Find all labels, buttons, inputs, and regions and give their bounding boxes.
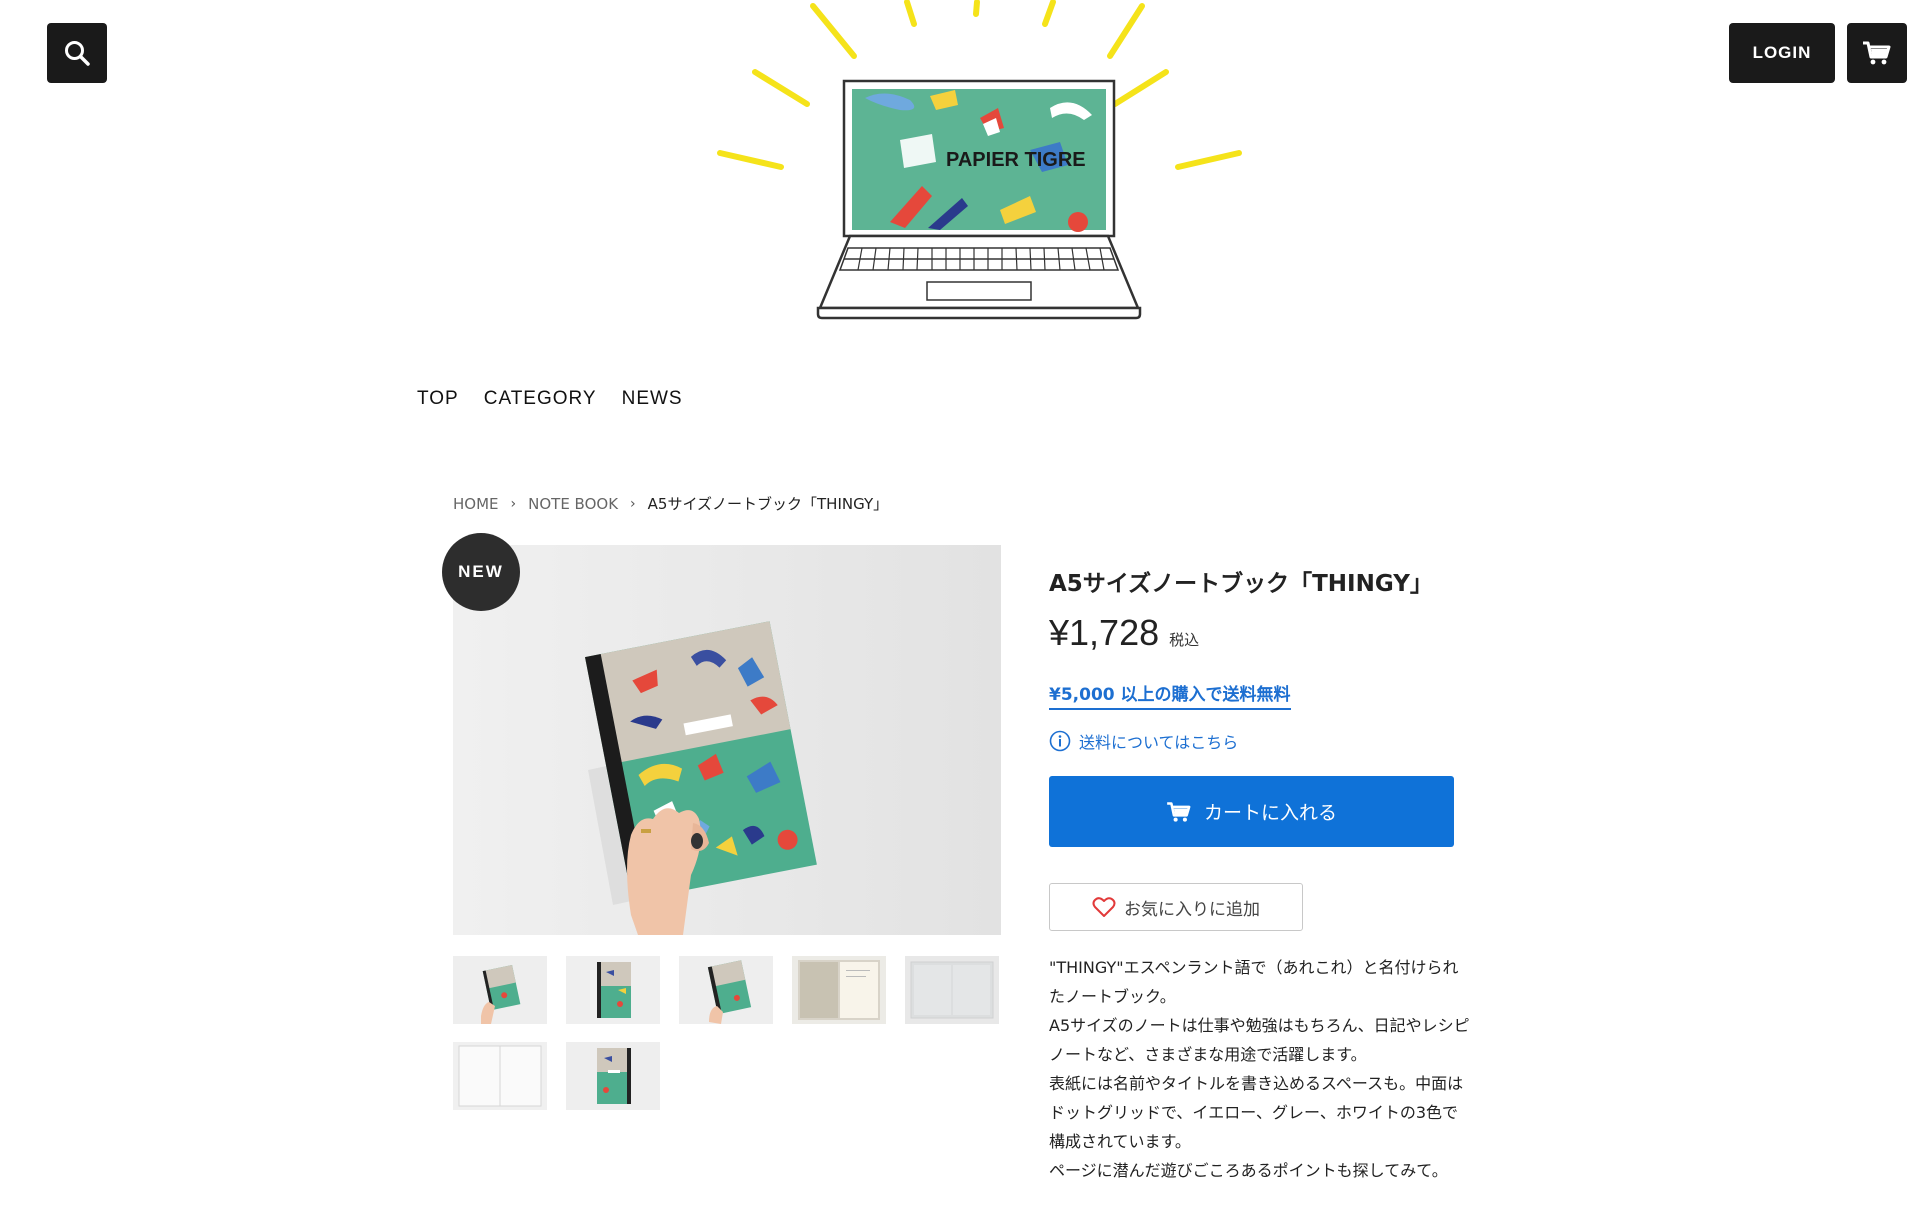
nav-item-top[interactable]: TOP bbox=[417, 388, 459, 410]
thumbnail-7[interactable] bbox=[566, 1042, 660, 1110]
heart-icon bbox=[1092, 897, 1116, 917]
search-button[interactable] bbox=[47, 23, 107, 83]
shop-logo[interactable]: PAPIER TIGRE bbox=[700, 0, 1260, 340]
description-line: 構成されています。 bbox=[1049, 1132, 1191, 1151]
svg-text:PAPIER TIGRE: PAPIER TIGRE bbox=[946, 149, 1086, 171]
info-icon bbox=[1049, 730, 1071, 752]
description-line: ドットグリッドで、イエロー、グレー、ホワイトの3色で bbox=[1049, 1103, 1459, 1122]
product-description: "THINGY"エスペンラント語で（あれこれ）と名付けられ たノートブック。 A… bbox=[1049, 953, 1509, 1185]
thumbnail-6[interactable] bbox=[453, 1042, 547, 1110]
description-line: ページに潜んだ遊びごころあるポイントも探してみて。 bbox=[1049, 1161, 1448, 1180]
product-main-image[interactable] bbox=[453, 545, 1001, 935]
tax-label: 税込 bbox=[1169, 631, 1200, 649]
add-favorite-button[interactable]: お気に入りに追加 bbox=[1049, 883, 1303, 931]
free-shipping-link[interactable]: ¥5,000 以上の購入で送料無料 bbox=[1049, 680, 1291, 710]
shipping-info-label: 送料についてはこちら bbox=[1079, 733, 1239, 752]
thumbnail-4[interactable] bbox=[792, 956, 886, 1024]
nav-item-category[interactable]: CATEGORY bbox=[484, 388, 597, 410]
description-line: 表紙には名前やタイトルを書き込めるスペースも。中面は bbox=[1049, 1074, 1464, 1093]
price-row: ¥1,728 税込 bbox=[1049, 612, 1199, 654]
login-button[interactable]: LOGIN bbox=[1729, 23, 1835, 83]
breadcrumb-current: A5サイズノートブック「THINGY」 bbox=[647, 495, 889, 513]
add-to-cart-label: カートに入れる bbox=[1203, 802, 1337, 824]
thumbnail-5[interactable] bbox=[905, 956, 999, 1024]
description-line: A5サイズのノートは仕事や勉強はもちろん、日記やレシピ bbox=[1049, 1016, 1470, 1035]
new-badge: NEW bbox=[442, 533, 520, 611]
thumbnail-2[interactable] bbox=[566, 956, 660, 1024]
thumbnail-3[interactable] bbox=[679, 956, 773, 1024]
product-title: A5サイズノートブック「THINGY」 bbox=[1049, 571, 1433, 597]
breadcrumb: HOME › NOTE BOOK › A5サイズノートブック「THINGY」 bbox=[453, 493, 888, 514]
description-line: "THINGY"エスペンラント語で（あれこれ）と名付けられ bbox=[1049, 958, 1459, 977]
description-line: たノートブック。 bbox=[1049, 987, 1176, 1006]
breadcrumb-home[interactable]: HOME bbox=[453, 495, 499, 513]
cart-button[interactable] bbox=[1847, 23, 1907, 83]
add-to-cart-button[interactable]: カートに入れる bbox=[1049, 776, 1454, 847]
nav-item-news[interactable]: NEWS bbox=[622, 388, 683, 410]
shipping-info-link[interactable]: 送料についてはこちら bbox=[1049, 729, 1238, 753]
search-icon bbox=[65, 41, 90, 66]
global-nav: TOP CATEGORY NEWS bbox=[417, 388, 683, 410]
chevron-right-icon: › bbox=[510, 495, 517, 512]
cart-icon bbox=[1167, 801, 1191, 822]
thumbnail-1[interactable] bbox=[453, 956, 547, 1024]
breadcrumb-category[interactable]: NOTE BOOK bbox=[528, 495, 618, 513]
chevron-right-icon: › bbox=[630, 495, 636, 512]
product-price: ¥1,728 bbox=[1049, 612, 1160, 653]
cart-icon bbox=[1863, 41, 1891, 65]
description-line: ノートなど、さまざまな用途で活躍します。 bbox=[1049, 1045, 1367, 1064]
add-favorite-label: お気に入りに追加 bbox=[1124, 899, 1260, 920]
